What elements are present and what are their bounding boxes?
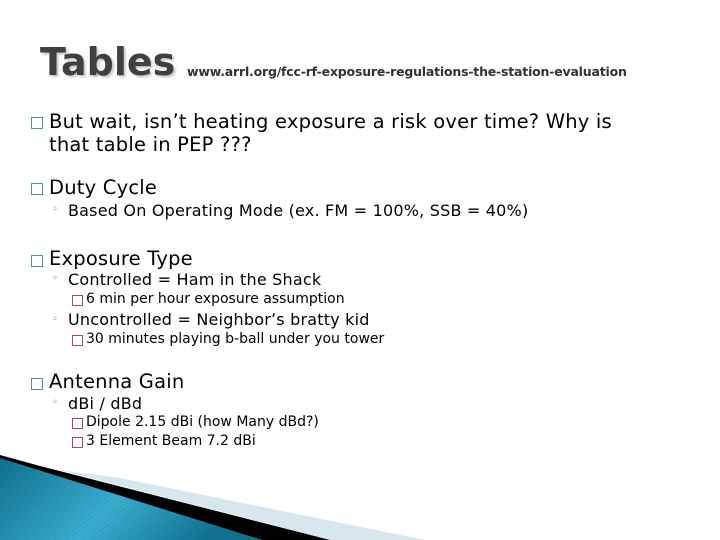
source-url: www.arrl.org/fcc-rf-exposure-regulations… xyxy=(187,64,627,79)
bullet-question-line1: But wait, isn’t heating exposure a risk … xyxy=(49,110,612,133)
bullet-square-icon xyxy=(31,378,43,390)
bullet-question-line2: that table in PEP ??? xyxy=(49,133,252,156)
sub-bullet-controlled: Controlled = Ham in the Shack xyxy=(68,270,322,289)
bullet-duty-cycle: Duty Cycle xyxy=(49,176,158,199)
sub-sub-bullet-6-min: 6 min per hour exposure assumption xyxy=(86,291,345,307)
sub-bullet-circle-icon: ◦ xyxy=(52,397,58,408)
bullet-square-icon xyxy=(31,117,43,129)
sub-sub-bullet-square-icon xyxy=(72,418,83,429)
sub-sub-bullet-3-element-beam: 3 Element Beam 7.2 dBi xyxy=(86,433,256,449)
bullet-antenna-gain: Antenna Gain xyxy=(49,370,185,393)
sub-bullet-uncontrolled: Uncontrolled = Neighbor’s bratty kid xyxy=(68,310,370,329)
sub-sub-bullet-square-icon xyxy=(72,335,83,346)
sub-sub-bullet-square-icon xyxy=(72,437,83,448)
slide-title: Tables xyxy=(40,40,176,84)
sub-bullet-dbi-dbd: dBi / dBd xyxy=(68,394,143,413)
sub-sub-bullet-dipole: Dipole 2.15 dBi (how Many dBd?) xyxy=(86,414,319,430)
sub-sub-bullet-square-icon xyxy=(72,295,83,306)
sub-bullet-operating-mode: Based On Operating Mode (ex. FM = 100%, … xyxy=(68,201,529,220)
bullet-square-icon xyxy=(31,255,43,267)
sub-bullet-circle-icon: ◦ xyxy=(52,314,58,325)
bullet-exposure-type: Exposure Type xyxy=(49,247,193,270)
sub-sub-bullet-30-minutes: 30 minutes playing b-ball under you towe… xyxy=(86,331,385,347)
sub-bullet-circle-icon: ◦ xyxy=(52,273,58,284)
bullet-square-icon xyxy=(31,183,43,195)
sub-bullet-circle-icon: ◦ xyxy=(52,204,58,215)
